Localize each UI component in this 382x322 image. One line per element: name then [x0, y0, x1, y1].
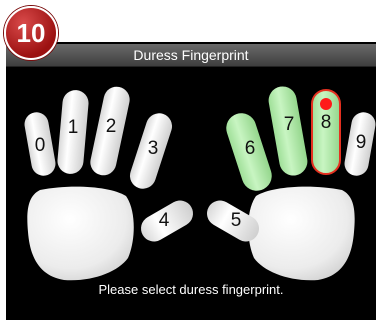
selected-indicator-dot	[320, 98, 332, 110]
finger-7-label: 7	[284, 114, 295, 135]
finger-4[interactable]: 4	[136, 196, 197, 247]
step-number-badge: 10	[4, 6, 58, 60]
status-message: Please select duress fingerprint.	[98, 282, 284, 297]
finger-0[interactable]: 0	[23, 110, 58, 177]
finger-9-label: 9	[356, 132, 367, 153]
finger-7[interactable]: 7	[266, 84, 309, 177]
finger-9[interactable]: 9	[343, 110, 378, 177]
finger-4-label: 4	[159, 210, 170, 231]
finger-1-label: 1	[68, 117, 79, 138]
hands-diagram: 0 1 2 3 4 5 6 7 8 9	[23, 84, 378, 281]
finger-0-label: 0	[35, 135, 46, 156]
finger-6[interactable]: 6	[222, 109, 275, 194]
finger-2-label: 2	[106, 116, 117, 137]
finger-3[interactable]: 3	[127, 110, 176, 192]
finger-6-label: 6	[245, 138, 256, 159]
right-palm	[248, 186, 355, 281]
finger-8-label: 8	[321, 112, 332, 133]
finger-5-label: 5	[231, 210, 242, 231]
finger-8[interactable]: 8	[311, 89, 341, 175]
finger-3-label: 3	[148, 138, 159, 159]
finger-1[interactable]: 1	[56, 89, 89, 175]
left-palm	[27, 186, 134, 281]
finger-2[interactable]: 2	[88, 84, 132, 177]
